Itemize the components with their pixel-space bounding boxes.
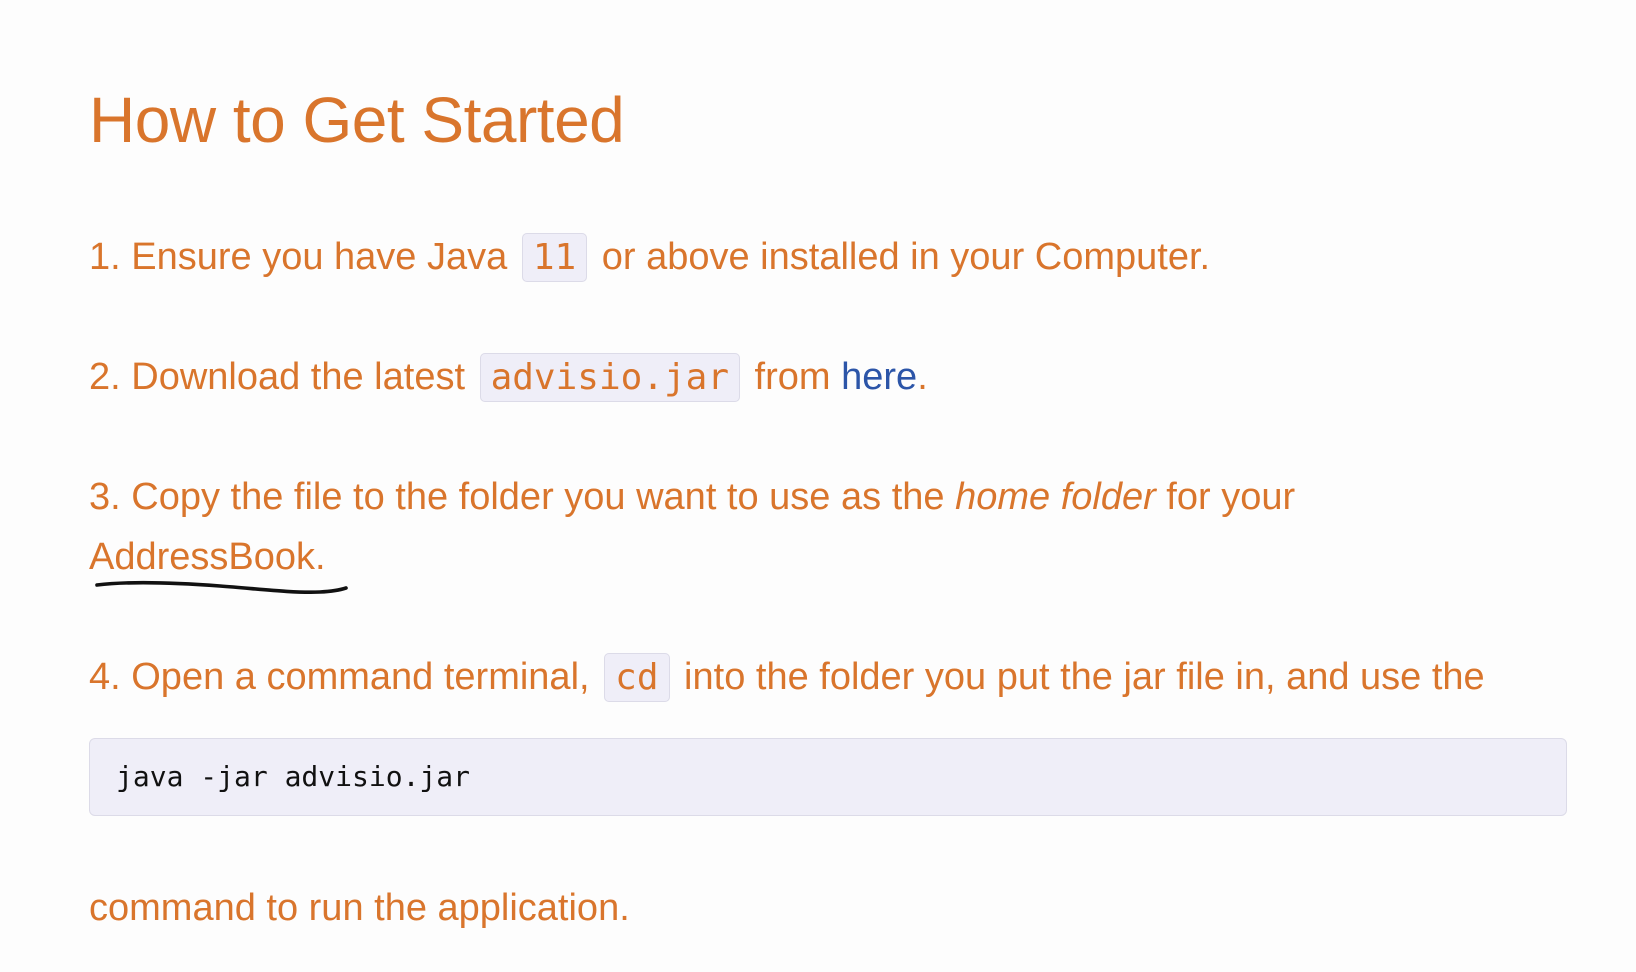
home-folder-emphasis: home folder (955, 476, 1156, 518)
handwritten-underline-annotation (95, 580, 348, 594)
jar-file-code: advisio.jar (479, 353, 740, 402)
step-2: 2. Download the latest advisio.jar from … (89, 347, 928, 408)
cd-command-code: cd (604, 653, 670, 702)
step-2-text-middle: from (744, 356, 842, 398)
page-title: How to Get Started (89, 84, 625, 156)
step-2-text-end: . (917, 356, 928, 398)
step-3-line-1: 3. Copy the file to the folder you want … (89, 467, 1295, 527)
step-4: 4. Open a command terminal, cd into the … (89, 647, 1485, 708)
step-4-closing: command to run the application. (89, 887, 630, 929)
step-4-text-end: into the folder you put the jar file in,… (673, 656, 1485, 698)
step-3-text-end: for your (1155, 476, 1296, 518)
step-1: 1. Ensure you have Java 11 or above inst… (89, 227, 1210, 288)
step-3: 3. Copy the file to the folder you want … (89, 467, 1295, 587)
command-code-block[interactable]: java -jar advisio.jar (89, 738, 1567, 816)
step-3-text: 3. Copy the file to the folder you want … (89, 476, 956, 518)
step-2-text: 2. Download the latest (89, 356, 476, 398)
java-version-code: 11 (521, 233, 588, 282)
download-link[interactable]: here (841, 356, 917, 398)
command-code[interactable]: java -jar advisio.jar (116, 759, 470, 795)
step-1-text-end: or above installed in your Computer. (591, 236, 1211, 278)
step-4-text: 4. Open a command terminal, (89, 656, 601, 698)
step-1-text: 1. Ensure you have Java (89, 236, 518, 278)
